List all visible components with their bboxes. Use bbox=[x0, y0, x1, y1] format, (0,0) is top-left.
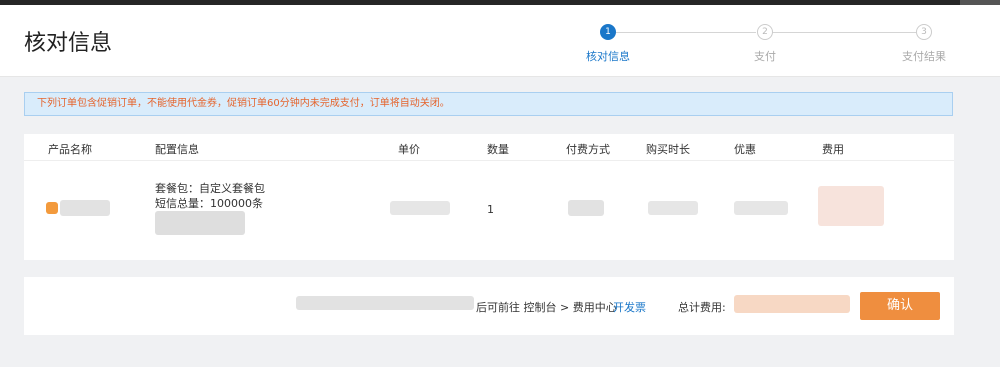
redacted-total-amount bbox=[734, 295, 850, 313]
product-icon bbox=[46, 202, 58, 214]
total-label: 总计费用: bbox=[678, 301, 726, 314]
column-header-payment: 付费方式 bbox=[566, 143, 610, 156]
redacted-footer-text bbox=[296, 296, 474, 310]
redacted-cost bbox=[818, 186, 884, 226]
confirm-button[interactable]: 确认 bbox=[860, 292, 940, 320]
step-connector bbox=[772, 32, 916, 33]
invoice-hint: 后可前往 控制台 > 费用中心 bbox=[476, 301, 617, 314]
column-header-price: 单价 bbox=[398, 143, 420, 156]
page-title: 核对信息 bbox=[24, 31, 113, 56]
column-header-quantity: 数量 bbox=[487, 143, 509, 156]
config-sms-total: 短信总量：100000条 bbox=[155, 197, 263, 210]
step-2-label: 支付 bbox=[754, 50, 776, 63]
column-header-product: 产品名称 bbox=[48, 143, 92, 156]
redacted-discount bbox=[734, 201, 788, 215]
step-1-label: 核对信息 bbox=[586, 50, 630, 63]
redacted-product-name bbox=[60, 200, 110, 216]
column-header-config: 配置信息 bbox=[155, 143, 199, 156]
column-header-cost: 费用 bbox=[822, 143, 844, 156]
invoice-link[interactable]: 开发票 bbox=[613, 299, 646, 315]
redacted-price bbox=[390, 201, 450, 215]
progress-steps: 1 核对信息 2 支付 3 支付结果 bbox=[560, 22, 980, 70]
header: 核对信息 1 核对信息 2 支付 3 支付结果 bbox=[0, 5, 1000, 77]
table-header: 产品名称 配置信息 单价 数量 付费方式 购买时长 优惠 费用 bbox=[24, 134, 954, 161]
promo-notice: 下列订单包含促销订单，不能使用代金券，促销订单60分钟内未完成支付，订单将自动关… bbox=[24, 92, 953, 116]
redacted-duration bbox=[648, 201, 698, 215]
order-table: 产品名称 配置信息 单价 数量 付费方式 购买时长 优惠 费用 套餐包：自定义套… bbox=[24, 134, 954, 260]
redacted-payment-method bbox=[568, 200, 604, 216]
step-3-label: 支付结果 bbox=[902, 50, 946, 63]
column-header-discount: 优惠 bbox=[734, 143, 756, 156]
redacted-config-detail bbox=[155, 211, 245, 235]
step-3-circle: 3 bbox=[916, 24, 932, 40]
summary-bar: 后可前往 控制台 > 费用中心 开发票 总计费用: 确认 bbox=[24, 277, 954, 335]
step-connector bbox=[616, 32, 756, 33]
step-1-circle: 1 bbox=[600, 24, 616, 40]
column-header-duration: 购买时长 bbox=[646, 143, 690, 156]
config-package: 套餐包：自定义套餐包 bbox=[155, 182, 265, 195]
quantity-value: 1 bbox=[487, 203, 494, 216]
step-2-circle: 2 bbox=[757, 24, 773, 40]
